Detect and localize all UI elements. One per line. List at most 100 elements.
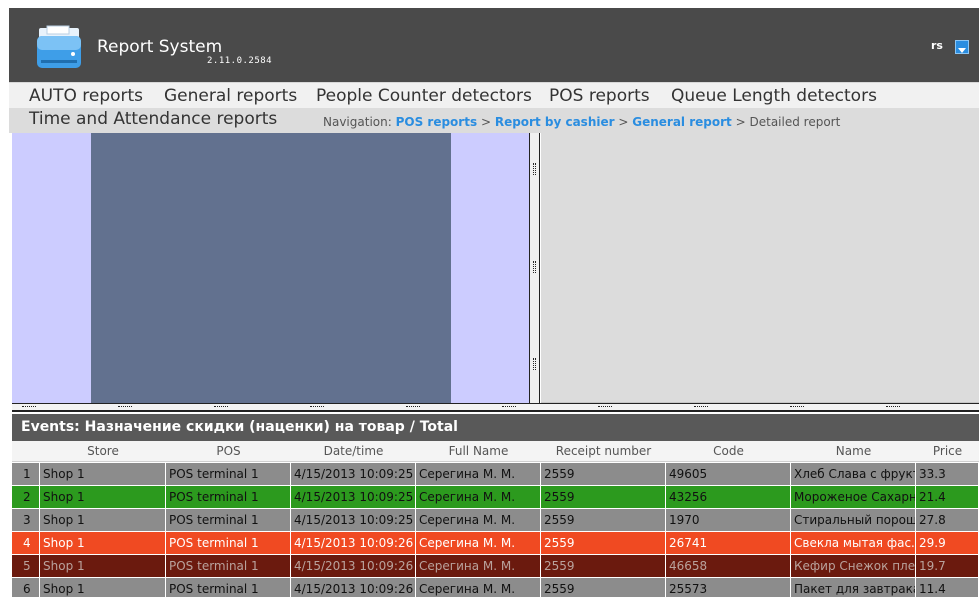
breadcrumb-prefix: Navigation: bbox=[323, 115, 392, 129]
breadcrumb: Navigation: POS reports > Report by cash… bbox=[323, 115, 840, 129]
column-header-datetime[interactable]: Date/time bbox=[291, 444, 416, 458]
video-frame bbox=[91, 133, 451, 403]
table-cell-code: 43256 bbox=[666, 486, 791, 508]
table-row[interactable]: 1 Shop 1 POS terminal 1 4/15/2013 10:09:25 … bbox=[12, 463, 979, 486]
table-cell-name: Хлеб Слава с фруктами bbox=[791, 463, 916, 485]
table-cell-name: Свекла мытая фас. пак bbox=[791, 532, 916, 554]
table-cell-fullname: Серегина М. М. bbox=[416, 578, 541, 597]
table-row[interactable]: 5 Shop 1 POS terminal 1 4/15/2013 10:09:26 … bbox=[12, 555, 979, 578]
splitter-grip-icon bbox=[694, 406, 708, 409]
table-row[interactable]: 2 Shop 1 POS terminal 1 4/15/2013 10:09:25 … bbox=[12, 486, 979, 509]
table-cell-index: 6 bbox=[12, 578, 40, 597]
splitter-grip-icon bbox=[533, 163, 536, 175]
table-row[interactable]: 6 Shop 1 POS terminal 1 4/15/2013 10:09:26 … bbox=[12, 578, 979, 597]
splitter-grip-icon bbox=[533, 358, 536, 370]
table-cell-store: Shop 1 bbox=[40, 509, 166, 531]
report-menu-secondary: Time and Attendance reports Navigation: … bbox=[9, 108, 979, 133]
receipt-panel bbox=[541, 133, 979, 403]
chevron-down-icon bbox=[958, 48, 966, 53]
report-system-logo bbox=[37, 25, 81, 68]
menu-item-queue-length[interactable]: Queue Length detectors bbox=[671, 86, 877, 106]
user-name[interactable]: rs bbox=[931, 39, 943, 52]
breadcrumb-link-pos-reports[interactable]: POS reports bbox=[396, 115, 478, 129]
table-cell-index: 3 bbox=[12, 509, 40, 531]
table-cell-store: Shop 1 bbox=[40, 532, 166, 554]
table-cell-code: 1970 bbox=[666, 509, 791, 531]
splitter-grip-icon bbox=[214, 406, 228, 409]
column-header-receipt[interactable]: Receipt number bbox=[541, 444, 666, 458]
table-cell-price: 19.7 bbox=[916, 555, 979, 577]
events-table-body: 1 Shop 1 POS terminal 1 4/15/2013 10:09:25 … bbox=[12, 463, 979, 597]
table-cell-datetime: 4/15/2013 10:09:25 AM bbox=[291, 509, 416, 531]
splitter-grip-icon bbox=[310, 406, 324, 409]
breadcrumb-link-general-report[interactable]: General report bbox=[632, 115, 732, 129]
splitter-grip-icon bbox=[598, 406, 612, 409]
menu-item-time-attendance[interactable]: Time and Attendance reports bbox=[29, 109, 277, 129]
app-title: Report System bbox=[97, 37, 223, 57]
report-menu: AUTO reports General reports People Coun… bbox=[9, 82, 979, 108]
table-cell-store: Shop 1 bbox=[40, 555, 166, 577]
table-cell-receipt: 2559 bbox=[541, 578, 666, 597]
table-cell-name: Кефир Снежок плен bbox=[791, 555, 916, 577]
table-cell-pos: POS terminal 1 bbox=[166, 509, 291, 531]
column-header-price[interactable]: Price bbox=[916, 444, 979, 458]
menu-item-people-counter[interactable]: People Counter detectors bbox=[316, 86, 532, 106]
table-cell-receipt: 2559 bbox=[541, 509, 666, 531]
table-cell-receipt: 2559 bbox=[541, 532, 666, 554]
menu-item-general-reports[interactable]: General reports bbox=[164, 86, 297, 106]
table-cell-store: Shop 1 bbox=[40, 578, 166, 597]
table-cell-index: 5 bbox=[12, 555, 40, 577]
table-cell-index: 4 bbox=[12, 532, 40, 554]
column-header-code[interactable]: Code bbox=[666, 444, 791, 458]
table-cell-name: Мороженое Сахарная bbox=[791, 486, 916, 508]
table-cell-store: Shop 1 bbox=[40, 486, 166, 508]
table-cell-receipt: 2559 bbox=[541, 463, 666, 485]
column-header-pos[interactable]: POS bbox=[166, 444, 291, 458]
app-version: 2.11.0.2584 bbox=[207, 56, 273, 66]
table-cell-receipt: 2559 bbox=[541, 486, 666, 508]
table-cell-name: Пакет для завтрака bbox=[791, 578, 916, 597]
table-cell-index: 1 bbox=[12, 463, 40, 485]
table-header: Store POS Date/time Full Name Receipt number… bbox=[12, 441, 979, 462]
splitter-grip-icon bbox=[118, 406, 132, 409]
table-cell-fullname: Серегина М. М. bbox=[416, 532, 541, 554]
splitter-grip-icon bbox=[406, 406, 420, 409]
table-cell-price: 29.9 bbox=[916, 532, 979, 554]
table-cell-fullname: Серегина М. М. bbox=[416, 555, 541, 577]
table-cell-fullname: Серегина М. М. bbox=[416, 486, 541, 508]
table-cell-datetime: 4/15/2013 10:09:26 AM bbox=[291, 578, 416, 597]
column-header-name[interactable]: Name bbox=[791, 444, 916, 458]
user-menu-button[interactable] bbox=[955, 40, 969, 54]
menu-item-pos-reports[interactable]: POS reports bbox=[549, 86, 650, 106]
events-title: Events: Назначение скидки (наценки) на т… bbox=[12, 414, 979, 441]
menu-item-auto-reports[interactable]: AUTO reports bbox=[29, 86, 143, 106]
table-cell-fullname: Серегина М. М. bbox=[416, 463, 541, 485]
table-cell-pos: POS terminal 1 bbox=[166, 578, 291, 597]
breadcrumb-separator: > bbox=[480, 115, 491, 129]
splitter-grip-icon bbox=[533, 261, 536, 273]
table-cell-price: 27.8 bbox=[916, 509, 979, 531]
horizontal-splitter[interactable] bbox=[12, 403, 979, 412]
app-header: Report System 2.11.0.2584 rs bbox=[9, 8, 979, 82]
splitter-grip-icon bbox=[22, 406, 36, 409]
vertical-splitter[interactable] bbox=[529, 133, 540, 405]
table-row[interactable]: 3 Shop 1 POS terminal 1 4/15/2013 10:09:25 … bbox=[12, 509, 979, 532]
splitter-grip-icon bbox=[886, 406, 900, 409]
table-row[interactable]: 4 Shop 1 POS terminal 1 4/15/2013 10:09:26 … bbox=[12, 532, 979, 555]
splitter-grip-icon bbox=[790, 406, 804, 409]
table-cell-pos: POS terminal 1 bbox=[166, 486, 291, 508]
video-panel bbox=[12, 133, 529, 403]
table-cell-store: Shop 1 bbox=[40, 463, 166, 485]
breadcrumb-link-report-by-cashier[interactable]: Report by cashier bbox=[495, 115, 615, 129]
column-header-store[interactable]: Store bbox=[40, 444, 166, 458]
table-cell-pos: POS terminal 1 bbox=[166, 532, 291, 554]
table-cell-price: 21.4 bbox=[916, 486, 979, 508]
table-cell-fullname: Серегина М. М. bbox=[416, 509, 541, 531]
table-cell-pos: POS terminal 1 bbox=[166, 463, 291, 485]
breadcrumb-separator: > bbox=[735, 115, 746, 129]
splitter-grip-icon bbox=[502, 406, 516, 409]
table-cell-code: 25573 bbox=[666, 578, 791, 597]
table-cell-code: 26741 bbox=[666, 532, 791, 554]
column-header-fullname[interactable]: Full Name bbox=[416, 444, 541, 458]
table-cell-code: 49605 bbox=[666, 463, 791, 485]
